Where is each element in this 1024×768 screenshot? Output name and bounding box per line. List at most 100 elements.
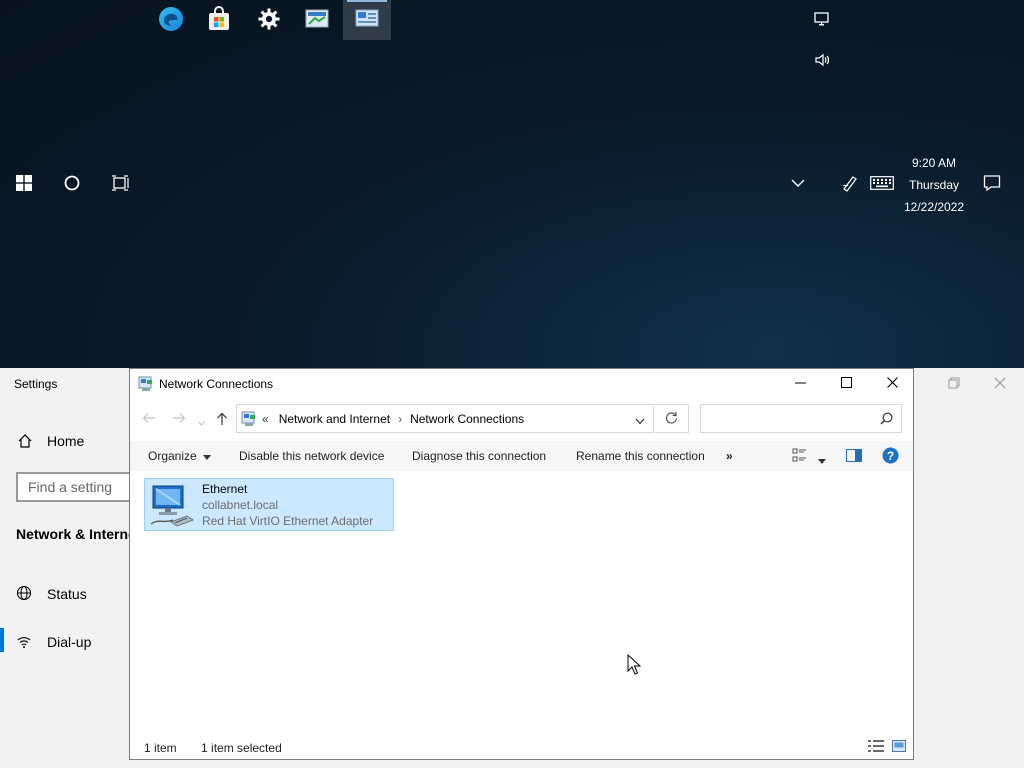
chevron-down-small-icon bbox=[198, 415, 205, 429]
window-titlebar[interactable]: Network Connections bbox=[130, 369, 913, 399]
home-icon bbox=[17, 433, 33, 452]
show-hidden-icons-button[interactable] bbox=[786, 174, 810, 194]
restore-icon bbox=[948, 376, 960, 392]
settings-restore-button[interactable] bbox=[948, 376, 960, 392]
organize-label: Organize bbox=[148, 449, 197, 463]
maximize-icon bbox=[840, 375, 852, 393]
clock-day: Thursday bbox=[908, 178, 960, 192]
connection-item-ethernet[interactable]: Ethernet collabnet.local Red Hat VirtIO … bbox=[144, 478, 394, 531]
large-icons-view-toggle[interactable] bbox=[892, 740, 906, 755]
taskbar-control-panel[interactable] bbox=[293, 0, 341, 40]
network-connections-app-icon bbox=[355, 9, 379, 32]
breadcrumb-network-and-internet[interactable]: Network and Internet bbox=[279, 412, 390, 426]
taskbar-store[interactable] bbox=[195, 0, 243, 40]
desktop-taskbar-area: 9:20 AM Thursday 12/22/2022 bbox=[0, 0, 1024, 368]
notification-icon bbox=[983, 174, 1001, 195]
refresh-icon bbox=[665, 411, 678, 427]
refresh-button[interactable] bbox=[655, 404, 689, 433]
details-view-toggle[interactable] bbox=[868, 740, 884, 755]
window-title: Network Connections bbox=[159, 377, 274, 391]
settings-section-heading: Network & Internet bbox=[16, 526, 141, 542]
clock-date: 12/22/2022 bbox=[903, 200, 965, 214]
keyboard-icon bbox=[870, 175, 894, 193]
action-center-button[interactable] bbox=[980, 174, 1004, 194]
network-connections-window: Network Connections « Network and Intern… bbox=[129, 368, 914, 760]
taskbar-network-connections[interactable] bbox=[343, 0, 391, 40]
arrow-right-icon bbox=[172, 413, 186, 427]
settings-title: Settings bbox=[14, 377, 58, 391]
selected-nav-indicator bbox=[0, 628, 4, 652]
status-label: Status bbox=[47, 586, 87, 602]
maximize-button[interactable] bbox=[823, 369, 869, 399]
help-button[interactable]: ? bbox=[882, 447, 899, 467]
breadcrumb-network-connections[interactable]: Network Connections bbox=[410, 412, 524, 426]
volume-icon[interactable] bbox=[812, 50, 832, 70]
active-indicator bbox=[347, 0, 387, 2]
store-icon bbox=[206, 5, 232, 35]
svg-text:?: ? bbox=[887, 449, 894, 463]
more-commands-button[interactable]: » bbox=[726, 449, 733, 463]
arrow-left-icon bbox=[142, 413, 156, 427]
change-view-button[interactable] bbox=[792, 448, 807, 466]
help-icon: ? bbox=[882, 447, 899, 467]
chevron-down-icon bbox=[791, 177, 805, 191]
view-details-icon bbox=[792, 448, 807, 466]
settings-close-button[interactable] bbox=[994, 376, 1006, 392]
dialup-icon bbox=[16, 633, 32, 652]
connection-network: collabnet.local bbox=[202, 498, 279, 512]
pen-workspace-button[interactable] bbox=[838, 174, 862, 194]
selection-count: 1 item selected bbox=[201, 741, 282, 755]
control-panel-icon bbox=[305, 8, 329, 33]
globe-icon bbox=[16, 585, 32, 604]
connection-adapter: Red Hat VirtIO Ethernet Adapter bbox=[202, 514, 374, 528]
home-label: Home bbox=[47, 433, 85, 449]
cortana-search-button[interactable] bbox=[48, 164, 96, 204]
search-icon bbox=[880, 412, 893, 428]
touch-keyboard-button[interactable] bbox=[868, 174, 896, 194]
task-view-button[interactable] bbox=[96, 164, 144, 204]
up-button[interactable] bbox=[216, 412, 228, 429]
task-view-icon bbox=[111, 174, 129, 194]
rename-connection-button[interactable]: Rename this connection bbox=[576, 449, 705, 463]
clock-time: 9:20 AM bbox=[911, 156, 957, 170]
minimize-button[interactable] bbox=[777, 369, 823, 399]
chevron-down-icon bbox=[635, 414, 645, 428]
organize-menu[interactable]: Organize bbox=[148, 449, 212, 463]
dropdown-arrow-icon bbox=[203, 449, 212, 463]
close-icon bbox=[994, 376, 1006, 392]
breadcrumb-overflow[interactable]: « bbox=[262, 412, 269, 426]
address-bar[interactable]: « Network and Internet › Network Connect… bbox=[236, 404, 654, 433]
pen-icon bbox=[841, 174, 859, 195]
item-count: 1 item bbox=[144, 741, 177, 755]
forward-button[interactable] bbox=[172, 412, 186, 427]
view-options-dropdown[interactable] bbox=[818, 453, 826, 467]
control-panel-icon bbox=[241, 411, 257, 427]
disable-device-button[interactable]: Disable this network device bbox=[239, 449, 384, 463]
back-button[interactable] bbox=[142, 412, 156, 427]
ethernet-adapter-icon bbox=[149, 482, 195, 531]
recent-locations-button[interactable] bbox=[198, 415, 205, 429]
taskbar-clock[interactable]: 9:20 AM Thursday 12/22/2022 bbox=[896, 152, 972, 218]
address-history-button[interactable] bbox=[635, 414, 645, 428]
large-icons-view-icon bbox=[892, 740, 906, 755]
start-button[interactable] bbox=[0, 164, 48, 204]
network-connections-app-icon bbox=[138, 376, 154, 395]
close-button[interactable] bbox=[869, 369, 915, 399]
windows-logo-icon bbox=[16, 174, 32, 194]
taskbar-settings[interactable] bbox=[245, 0, 293, 40]
status-bar: 1 item 1 item selected bbox=[144, 741, 282, 755]
network-tray-icon[interactable] bbox=[812, 10, 832, 30]
search-input[interactable] bbox=[700, 404, 902, 433]
breadcrumb-separator[interactable]: › bbox=[398, 412, 402, 426]
connection-name: Ethernet bbox=[202, 482, 248, 496]
edge-icon bbox=[158, 6, 184, 35]
diagnose-connection-button[interactable]: Diagnose this connection bbox=[412, 449, 546, 463]
dropdown-arrow-icon bbox=[818, 453, 826, 467]
settings-gear-icon bbox=[258, 8, 280, 33]
arrow-up-icon bbox=[216, 412, 228, 429]
find-setting-input[interactable]: Find a setting bbox=[16, 472, 136, 502]
taskbar-edge[interactable] bbox=[147, 0, 195, 40]
preview-pane-button[interactable] bbox=[846, 449, 862, 465]
preview-pane-icon bbox=[846, 449, 862, 465]
minimize-icon bbox=[794, 375, 806, 393]
